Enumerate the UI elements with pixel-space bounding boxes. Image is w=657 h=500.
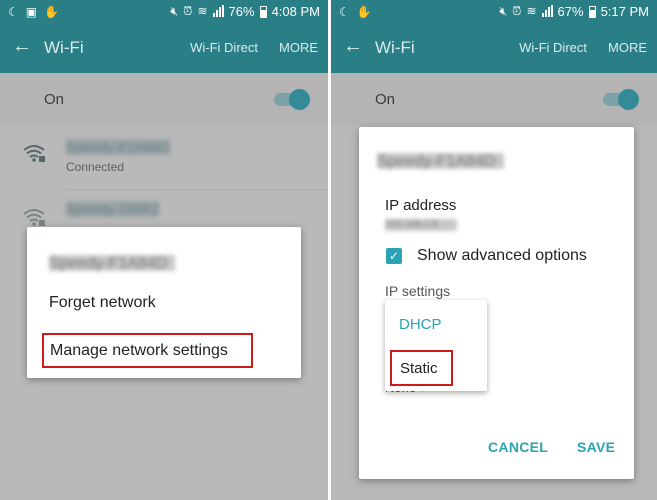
signal-icon — [212, 5, 224, 17]
wifi-direct-button[interactable]: Wi-Fi Direct — [519, 40, 587, 55]
network-menu-dialog: Speedy-F1A84D Forget network Manage netw… — [27, 227, 301, 378]
battery-icon — [259, 5, 267, 18]
clock: 4:08 PM — [271, 3, 320, 19]
battery-percent: 67% — [557, 3, 584, 19]
page-title: Wi-Fi — [375, 38, 415, 57]
app-bar: ← Wi-Fi Wi-Fi Direct MORE — [0, 23, 328, 73]
dropdown-option-dhcp[interactable]: DHCP — [399, 316, 442, 333]
more-button[interactable]: MORE — [608, 40, 647, 55]
ip-address-value: 192.168.1.5 — [385, 219, 457, 231]
status-bar: ☾ ▣ ✋ 🔇︎ ⏰︎ ≋ 76% 4:08 PM — [0, 0, 328, 23]
moon-icon: ☾ — [8, 5, 19, 19]
dialog-network-name: Speedy-F1A84D — [377, 153, 504, 170]
page-title: Wi-Fi — [44, 38, 84, 57]
manage-network-settings-item[interactable]: Manage network settings — [42, 333, 253, 368]
right-screen: ☾ ✋ 🔇︎ ⏰︎ ≋ 67% 5:17 PM ← Wi-Fi Wi-Fi Di… — [331, 0, 657, 500]
mute-icon: 🔇︎ — [170, 4, 179, 18]
cancel-button[interactable]: CANCEL — [488, 439, 548, 455]
status-bar: ☾ ✋ 🔇︎ ⏰︎ ≋ 67% 5:17 PM — [331, 0, 657, 23]
signal-icon — [541, 5, 553, 17]
arrow-left-icon[interactable]: ← — [12, 35, 32, 58]
alarm-icon: ⏰︎ — [183, 4, 193, 18]
arrow-left-icon[interactable]: ← — [343, 35, 363, 58]
dropdown-option-static[interactable]: Static — [390, 350, 453, 386]
alarm-icon: ⏰︎ — [512, 4, 522, 18]
battery-percent: 76% — [228, 3, 255, 19]
image-icon: ▣ — [25, 5, 38, 19]
app-notification-icon: ✋ — [356, 5, 372, 19]
advanced-options-label[interactable]: Show advanced options — [417, 247, 587, 265]
moon-icon: ☾ — [339, 5, 350, 19]
advanced-options-checkbox[interactable]: ✓ — [386, 248, 402, 264]
battery-icon — [588, 5, 596, 18]
ip-address-label: IP address — [385, 197, 457, 214]
app-bar: ← Wi-Fi Wi-Fi Direct MORE — [331, 23, 657, 73]
more-button[interactable]: MORE — [279, 40, 318, 55]
ip-settings-label: IP settings — [385, 283, 451, 299]
wifi-direct-button[interactable]: Wi-Fi Direct — [190, 40, 258, 55]
clock: 5:17 PM — [600, 3, 649, 19]
ip-settings-dropdown: DHCP Static — [385, 300, 487, 391]
dialog-network-name: Speedy-F1A84D — [49, 255, 175, 272]
left-screen: ☾ ▣ ✋ 🔇︎ ⏰︎ ≋ 76% 4:08 PM ← Wi-Fi Wi-Fi … — [0, 0, 328, 500]
forget-network-item[interactable]: Forget network — [49, 294, 156, 312]
mute-icon: 🔇︎ — [499, 4, 508, 18]
save-button[interactable]: SAVE — [577, 439, 615, 455]
wifi-status-icon: ≋ — [197, 4, 208, 18]
wifi-status-icon: ≋ — [526, 4, 537, 18]
app-notification-icon: ✋ — [44, 5, 60, 19]
